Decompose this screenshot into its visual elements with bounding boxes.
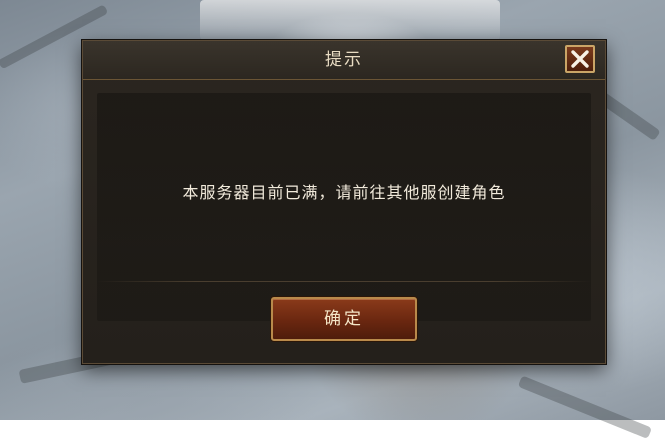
divider xyxy=(97,281,591,282)
background-shape xyxy=(517,375,653,439)
dialog-title: 提示 xyxy=(325,50,363,70)
dialog-header: 提示 xyxy=(83,41,605,80)
confirm-button[interactable]: 确定 xyxy=(271,297,417,341)
close-icon xyxy=(571,50,589,68)
background-shape xyxy=(596,91,661,142)
message-panel xyxy=(97,93,591,321)
notice-dialog: 提示 本服务器目前已满，请前往其他服创建角色 确定 xyxy=(82,40,606,364)
dialog-message: 本服务器目前已满，请前往其他服创建角色 xyxy=(182,183,506,202)
background-logo-blur xyxy=(200,0,500,40)
close-button[interactable] xyxy=(565,45,595,73)
